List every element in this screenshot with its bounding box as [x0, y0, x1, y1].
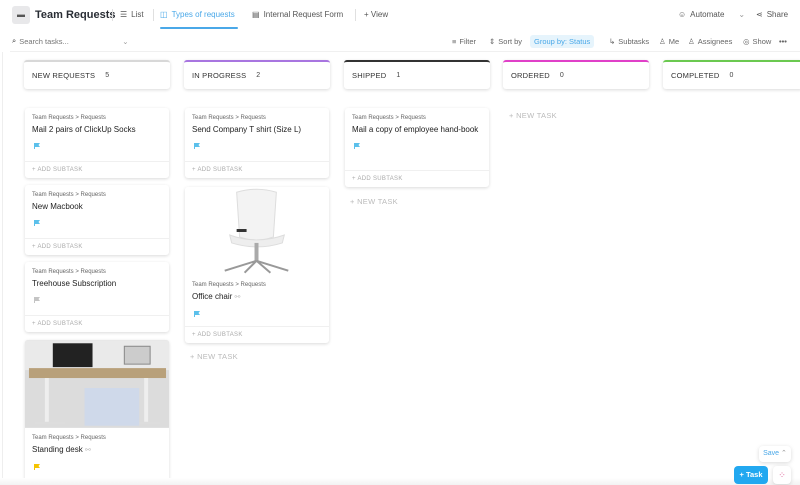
assignees-button[interactable]: ♙ Assignees	[688, 34, 732, 48]
task-title[interactable]: Standing desk ⚯	[32, 445, 162, 456]
apps-grid-icon[interactable]: ⁘	[773, 466, 791, 484]
column-title: ORDERED	[511, 71, 550, 80]
user-icon: ♙	[659, 36, 666, 46]
task-title[interactable]: Office chair ⚯	[192, 292, 322, 303]
column-count: 0	[559, 72, 564, 79]
subtasks-button[interactable]: ↳ Subtasks	[609, 34, 649, 48]
search-bar[interactable]: ⌕⌄	[12, 34, 129, 48]
task-title[interactable]: Mail 2 pairs of ClickUp Socks	[32, 125, 162, 135]
column-count: 5	[105, 72, 110, 79]
task-title[interactable]: Treehouse Subscription	[32, 279, 162, 289]
add-subtask-button[interactable]: + ADD SUBTASK	[25, 315, 169, 332]
flag-icon[interactable]	[354, 143, 360, 149]
more-options-button[interactable]: •••	[779, 34, 787, 48]
divider	[10, 51, 800, 52]
column-title: SHIPPED	[352, 71, 387, 80]
list-icon: ☰	[120, 10, 128, 19]
page-title: Team Requests	[35, 9, 116, 21]
subtasks-icon: ↳	[609, 36, 616, 46]
task-breadcrumb[interactable]: Team Requests > Requests	[32, 192, 169, 198]
share-icon: ⋖	[756, 10, 763, 19]
eye-icon: ◎	[743, 36, 750, 46]
task-breadcrumb[interactable]: Team Requests > Requests	[32, 269, 169, 275]
task-title[interactable]: Send Company T shirt (Size L)	[192, 125, 322, 135]
task-card[interactable]: Team Requests > Requests New Macbook + A…	[25, 185, 169, 255]
chevron-down-icon: ⌄	[738, 10, 746, 19]
task-breadcrumb[interactable]: Team Requests > Requests	[32, 115, 169, 121]
task-title[interactable]: New Macbook	[32, 202, 162, 212]
folder-icon: ▬	[12, 6, 30, 24]
flag-icon[interactable]	[194, 143, 200, 149]
search-input[interactable]	[19, 36, 120, 46]
robot-icon: ☺	[678, 10, 687, 19]
save-button[interactable]: Save ⌃	[759, 446, 791, 462]
automate-button[interactable]: ☺ Automate ⌄	[678, 10, 745, 19]
horizontal-scrollbar[interactable]	[0, 478, 800, 485]
task-breadcrumb[interactable]: Team Requests > Requests	[32, 435, 169, 441]
task-breadcrumb[interactable]: Team Requests > Requests	[192, 115, 329, 121]
chevron-up-icon: ⌃	[781, 450, 787, 457]
task-card[interactable]: Team Requests > Requests Mail a copy of …	[345, 108, 489, 187]
add-subtask-button[interactable]: + ADD SUBTASK	[185, 161, 329, 178]
divider	[2, 52, 3, 485]
column-header[interactable]: ORDERED 0	[503, 60, 649, 89]
column-title: NEW REQUESTS	[32, 71, 96, 80]
column-count: 1	[396, 72, 401, 79]
show-button[interactable]: ◎ Show	[743, 34, 771, 48]
search-icon: ⌕	[12, 36, 17, 45]
flag-icon[interactable]	[34, 297, 40, 303]
share-button[interactable]: ⋖ Share	[756, 10, 788, 19]
column-header[interactable]: COMPLETED 0	[663, 60, 800, 89]
task-card[interactable]: Team Requests > Requests Standing desk ⚯	[25, 340, 169, 485]
flag-icon[interactable]	[194, 310, 200, 317]
standing-desk-image	[25, 340, 169, 428]
filter-icon: ≡	[452, 36, 457, 46]
sort-icon: ⇕	[489, 36, 496, 46]
chevron-down-icon[interactable]: ⌄	[122, 37, 128, 46]
task-breadcrumb[interactable]: Team Requests > Requests	[352, 115, 489, 121]
column-title: IN PROGRESS	[192, 71, 247, 80]
active-tab-indicator	[160, 27, 238, 29]
top-bar: ▬ Team Requests ☰ List ◫ Types of requests…	[0, 0, 800, 30]
me-filter-button[interactable]: ♙ Me	[659, 34, 679, 48]
new-task-button[interactable]: + NEW TASK	[509, 111, 557, 120]
sort-button[interactable]: ⇕ Sort by	[489, 34, 522, 48]
office-chair-image	[185, 187, 329, 275]
flag-icon[interactable]	[34, 220, 40, 226]
task-card[interactable]: Team Requests > Requests Treehouse Subsc…	[25, 262, 169, 332]
users-icon: ♙	[688, 36, 695, 46]
new-task-button[interactable]: + NEW TASK	[350, 197, 398, 206]
board-icon: ◫	[160, 10, 168, 19]
task-breadcrumb[interactable]: Team Requests > Requests	[192, 282, 329, 288]
new-task-button[interactable]: + NEW TASK	[190, 352, 238, 361]
column-header[interactable]: IN PROGRESS 2	[184, 60, 330, 89]
add-view-button[interactable]: + View	[364, 10, 388, 19]
column-title: COMPLETED	[671, 71, 720, 80]
link-icon: ⚯	[84, 447, 91, 454]
link-icon: ⚯	[234, 294, 241, 301]
add-subtask-button[interactable]: + ADD SUBTASK	[25, 161, 169, 178]
new-task-button[interactable]: + Task	[734, 466, 768, 484]
column-header[interactable]: NEW REQUESTS 5	[24, 60, 170, 89]
flag-icon[interactable]	[34, 143, 40, 149]
column-count: 0	[729, 72, 734, 79]
task-card[interactable]: Team Requests > Requests Office chair ⚯ …	[185, 187, 329, 343]
column-count: 2	[256, 72, 261, 79]
flag-icon[interactable]	[34, 463, 40, 470]
tab-list[interactable]: ☰ List	[120, 10, 144, 19]
tab-internal-request-form[interactable]: ▤ Internal Request Form	[252, 10, 343, 19]
task-card[interactable]: Team Requests > Requests Mail 2 pairs of…	[25, 108, 169, 178]
add-subtask-button[interactable]: + ADD SUBTASK	[185, 326, 329, 343]
form-icon: ▤	[252, 10, 260, 19]
group-by-button[interactable]: Group by: Status	[530, 34, 595, 48]
add-subtask-button[interactable]: + ADD SUBTASK	[25, 238, 169, 255]
task-card[interactable]: Team Requests > Requests Send Company T …	[185, 108, 329, 178]
task-title[interactable]: Mail a copy of employee hand-book	[352, 125, 482, 135]
tab-types-of-requests[interactable]: ◫ Types of requests	[160, 10, 235, 19]
filter-button[interactable]: ≡ Filter	[452, 34, 476, 48]
add-subtask-button[interactable]: + ADD SUBTASK	[345, 170, 489, 187]
column-header[interactable]: SHIPPED 1	[344, 60, 490, 89]
